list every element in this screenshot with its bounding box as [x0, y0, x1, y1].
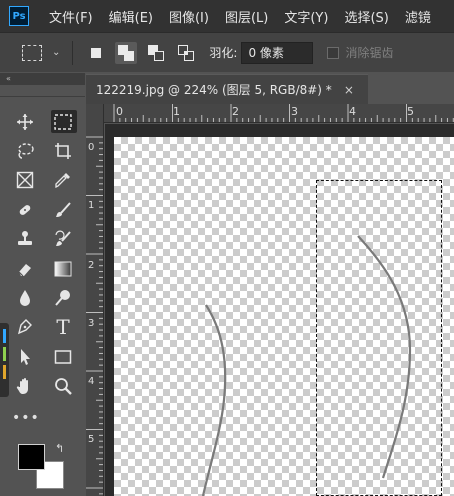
- foreground-color-swatch[interactable]: [18, 444, 45, 470]
- marquee-selection[interactable]: [316, 180, 442, 496]
- left-curve-stroke: [201, 304, 227, 496]
